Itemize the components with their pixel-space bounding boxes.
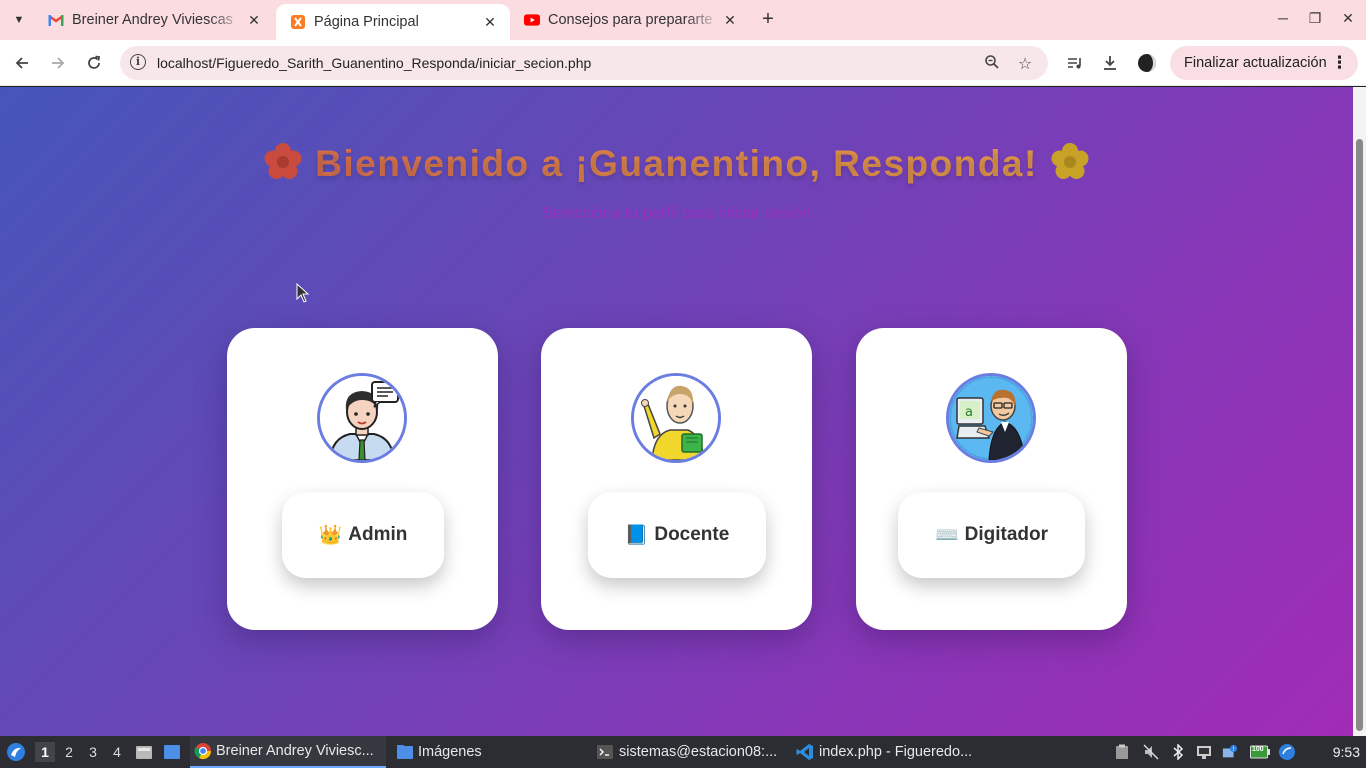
tab-title: Breiner Andrey Viviescas bbox=[72, 12, 233, 28]
flower-icon bbox=[1050, 142, 1090, 185]
taskbar-window-vscode[interactable]: index.php - Figueredo... bbox=[796, 736, 996, 768]
scrollbar-thumb[interactable] bbox=[1356, 139, 1363, 731]
site-info-icon[interactable]: i bbox=[130, 54, 146, 70]
admin-card[interactable]: 👑 Admin bbox=[227, 328, 498, 630]
close-window-icon[interactable]: ✕ bbox=[1338, 10, 1358, 27]
taskbar-window-imagenes[interactable]: Imágenes bbox=[396, 736, 586, 768]
youtube-icon bbox=[524, 12, 540, 28]
start-menu-icon[interactable] bbox=[4, 736, 28, 768]
xampp-icon bbox=[290, 14, 306, 30]
url-text[interactable]: localhost/Figueredo_Sarith_Guanentino_Re… bbox=[157, 55, 591, 71]
tab-title: Consejos para prepararte bbox=[548, 12, 713, 28]
forward-button[interactable] bbox=[47, 52, 69, 74]
docente-button[interactable]: 📘 Docente bbox=[588, 492, 766, 578]
window-title: Imágenes bbox=[418, 744, 482, 760]
window-title: Breiner Andrey Viviesc... bbox=[216, 743, 374, 759]
desktop-icon[interactable] bbox=[162, 736, 182, 768]
media-control-icon[interactable] bbox=[1064, 52, 1086, 74]
os-taskbar: 1 2 3 4 Breiner Andrey Viviesc... Imágen… bbox=[0, 736, 1366, 768]
clipboard-icon[interactable] bbox=[1114, 744, 1130, 760]
network-icon[interactable] bbox=[1196, 744, 1212, 760]
crown-icon: 👑 bbox=[318, 525, 343, 546]
reload-button[interactable] bbox=[83, 52, 105, 74]
svg-text:!: ! bbox=[1232, 746, 1235, 753]
tab-search-chevron-icon[interactable]: ▼ bbox=[8, 9, 30, 31]
download-icon[interactable] bbox=[1099, 52, 1121, 74]
battery-icon[interactable]: 100 bbox=[1250, 744, 1270, 760]
title-text: Bienvenido a ¡Guanentino, Responda! bbox=[315, 143, 1038, 184]
blue-book-icon: 📘 bbox=[624, 525, 649, 546]
more-menu-icon[interactable]: ⋮ bbox=[1331, 46, 1348, 80]
tab-gmail[interactable]: Breiner Andrey Viviescas ✕ bbox=[34, 0, 274, 40]
window-title: sistemas@estacion08:... bbox=[619, 744, 778, 760]
update-manager-icon[interactable] bbox=[1278, 744, 1298, 760]
docente-avatar bbox=[631, 373, 721, 463]
bluetooth-icon[interactable] bbox=[1170, 744, 1186, 760]
chrome-icon bbox=[194, 742, 212, 760]
restore-icon[interactable]: ❐ bbox=[1305, 10, 1325, 27]
svg-text:a: a bbox=[965, 405, 973, 420]
docente-card[interactable]: 📘 Docente bbox=[541, 328, 812, 630]
system-clock[interactable]: 9:53 bbox=[1333, 736, 1360, 768]
keyboard-icon: ⌨️ bbox=[934, 525, 959, 546]
bookmark-star-icon[interactable]: ☆ bbox=[1016, 54, 1034, 74]
taskbar-window-chrome[interactable]: Breiner Andrey Viviesc... bbox=[190, 736, 386, 768]
flower-icon bbox=[263, 142, 303, 185]
close-icon[interactable]: ✕ bbox=[244, 12, 264, 29]
minimize-icon[interactable]: ─ bbox=[1273, 10, 1293, 26]
tab-title: Página Principal bbox=[314, 14, 419, 30]
taskbar-window-terminal[interactable]: sistemas@estacion08:... bbox=[596, 736, 788, 768]
mouse-cursor-icon bbox=[296, 282, 310, 308]
page-scrollbar[interactable] bbox=[1353, 87, 1366, 736]
back-button[interactable] bbox=[11, 52, 33, 74]
finish-update-button[interactable]: Finalizar actualización ⋮ bbox=[1170, 46, 1358, 80]
admin-button[interactable]: 👑 Admin bbox=[282, 492, 444, 578]
gmail-icon bbox=[48, 12, 64, 28]
workspace-2[interactable]: 2 bbox=[59, 742, 79, 762]
docente-label: Docente bbox=[654, 524, 730, 545]
workspace-3[interactable]: 3 bbox=[83, 742, 103, 762]
battery-level: 100 bbox=[1252, 746, 1264, 753]
new-tab-button[interactable]: + bbox=[757, 8, 779, 30]
page-subtitle: Selecciona tu perfil para iniciar sesión bbox=[542, 205, 811, 222]
admin-avatar bbox=[317, 373, 407, 463]
admin-label: Admin bbox=[348, 524, 408, 545]
notification-update-icon[interactable]: ! bbox=[1222, 744, 1238, 760]
digitador-label: Digitador bbox=[964, 524, 1049, 545]
window-title: index.php - Figueredo... bbox=[819, 744, 973, 760]
finish-update-label: Finalizar actualización bbox=[1184, 55, 1327, 71]
browser-tab-bar: ▼ Breiner Andrey Viviescas ✕ Página Prin… bbox=[0, 0, 1366, 40]
login-page: Bienvenido a ¡Guanentino, Responda! Sele… bbox=[0, 87, 1353, 736]
tab-youtube[interactable]: Consejos para prepararte ✕ bbox=[510, 0, 750, 40]
digitador-button[interactable]: ⌨️ Digitador bbox=[898, 492, 1085, 578]
browser-toolbar: i localhost/Figueredo_Sarith_Guanentino_… bbox=[0, 40, 1366, 86]
terminal-icon bbox=[596, 744, 614, 760]
volume-muted-icon[interactable] bbox=[1143, 744, 1159, 760]
workspace-1[interactable]: 1 bbox=[35, 742, 55, 762]
address-bar[interactable]: i localhost/Figueredo_Sarith_Guanentino_… bbox=[120, 46, 1048, 80]
zoom-icon[interactable] bbox=[983, 54, 1001, 75]
folder-icon bbox=[396, 744, 414, 760]
close-icon[interactable]: ✕ bbox=[720, 12, 740, 29]
tab-pagina-principal[interactable]: Página Principal ✕ bbox=[276, 4, 510, 40]
workspace-4[interactable]: 4 bbox=[107, 742, 127, 762]
profile-avatar-icon[interactable] bbox=[1136, 52, 1158, 74]
close-icon[interactable]: ✕ bbox=[480, 14, 500, 31]
file-manager-icon[interactable] bbox=[134, 736, 154, 768]
vscode-icon bbox=[796, 743, 814, 761]
digitador-card[interactable]: a ⌨️ Digitador bbox=[856, 328, 1127, 630]
digitador-avatar: a bbox=[946, 373, 1036, 463]
page-title: Bienvenido a ¡Guanentino, Responda! bbox=[0, 142, 1353, 185]
